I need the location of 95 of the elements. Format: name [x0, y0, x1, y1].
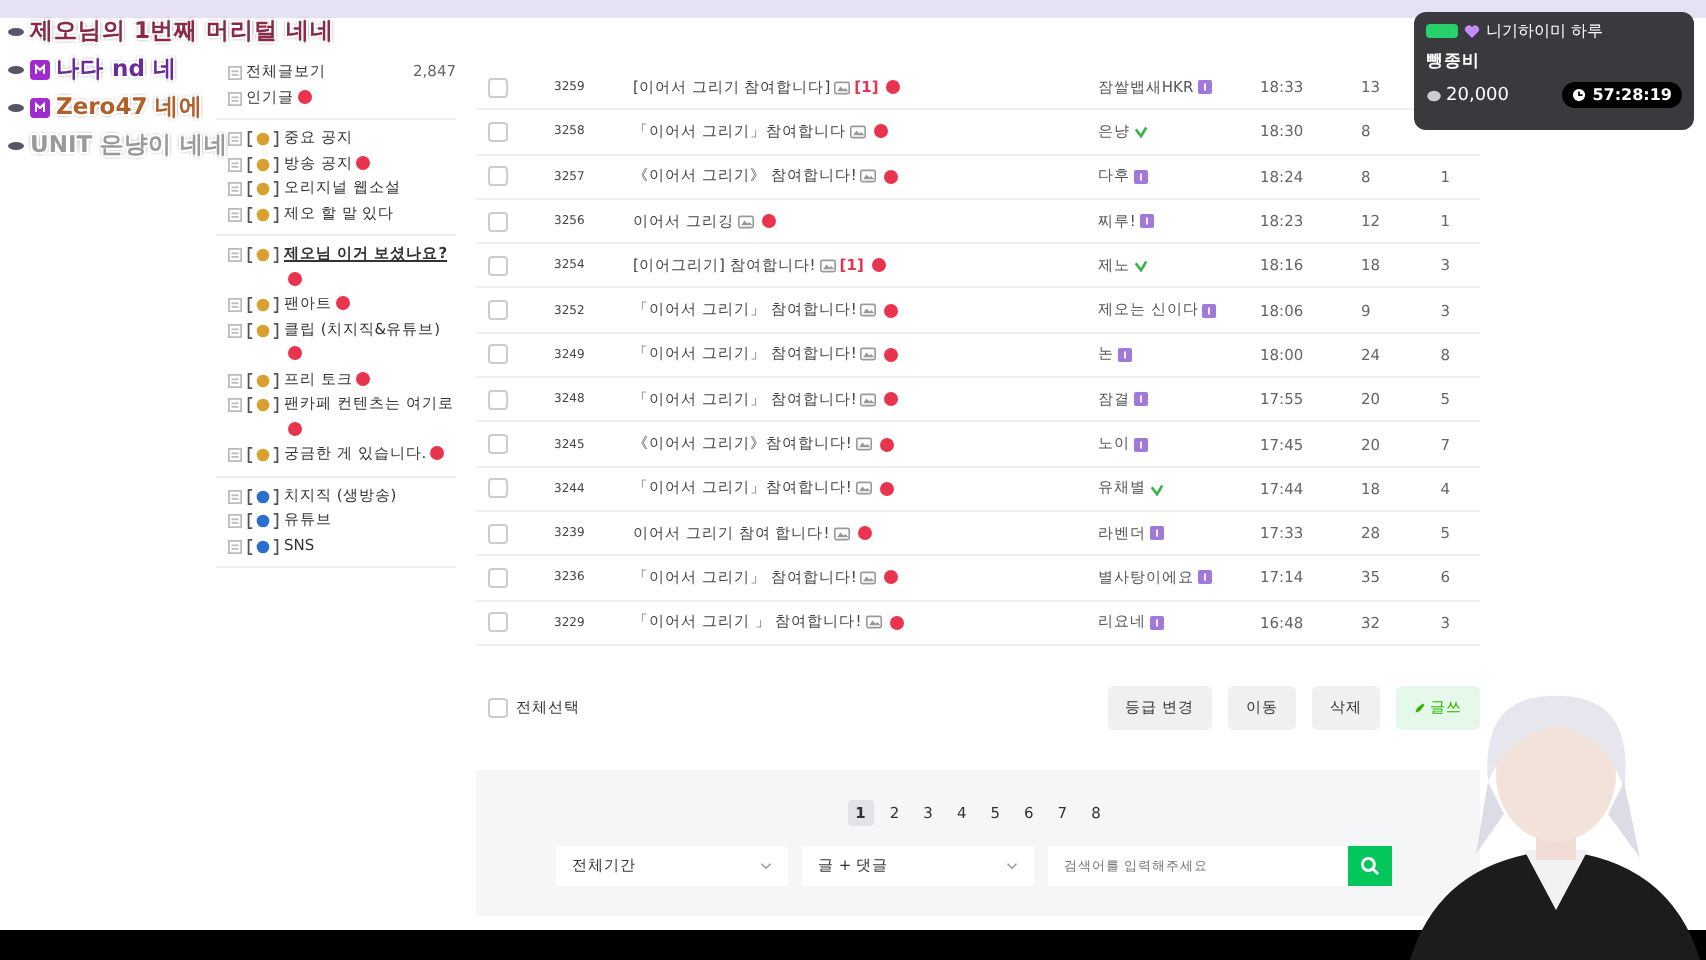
new-icon — [889, 615, 904, 630]
board-icon — [228, 182, 242, 196]
timer-pill: 57:28:19 — [1562, 82, 1682, 108]
new-icon — [884, 303, 899, 318]
board-icon — [228, 207, 242, 221]
board-icon — [228, 539, 242, 553]
chat-message: 제오님의 1번째 머리털 네네 — [30, 16, 335, 46]
new-icon — [884, 347, 899, 362]
image-icon — [737, 213, 754, 230]
board-icon — [228, 323, 242, 337]
new-icon — [886, 80, 901, 95]
new-icon — [884, 392, 899, 407]
new-icon — [884, 570, 899, 585]
new-icon — [761, 214, 776, 229]
level-badge-icon — [1197, 80, 1212, 95]
board-icon — [228, 398, 242, 412]
row-checkbox[interactable] — [488, 567, 508, 588]
bracketed-emoji-icon — [246, 371, 280, 389]
row-checkbox[interactable] — [488, 166, 508, 187]
image-icon — [860, 391, 877, 408]
search-button[interactable] — [1348, 845, 1392, 886]
bracketed-emoji-icon — [246, 537, 280, 555]
bracketed-emoji-icon — [246, 296, 280, 314]
row-checkbox[interactable] — [488, 523, 508, 544]
bracketed-emoji-icon — [246, 130, 280, 148]
level-badge-icon — [1197, 570, 1212, 585]
board-icon — [228, 298, 242, 312]
new-icon — [857, 526, 872, 541]
board-icon — [228, 489, 242, 503]
level-badge-icon — [1149, 526, 1164, 541]
image-icon — [855, 480, 872, 497]
level-badge-icon — [1117, 347, 1132, 362]
new-icon — [873, 124, 888, 139]
bracketed-emoji-icon — [246, 487, 280, 505]
pencil-icon — [1414, 701, 1426, 714]
row-checkbox[interactable] — [488, 255, 508, 276]
image-icon — [833, 525, 850, 542]
image-icon — [860, 302, 877, 319]
row-checkbox[interactable] — [488, 434, 508, 455]
level-badge-icon — [1202, 303, 1217, 318]
bracketed-emoji-icon — [246, 512, 280, 530]
bracketed-emoji-icon — [246, 205, 280, 223]
row-checkbox[interactable] — [488, 344, 508, 365]
row-checkbox[interactable] — [488, 389, 508, 410]
heart-icon — [1464, 24, 1480, 38]
coin-icon — [1426, 89, 1442, 101]
board-icon — [228, 514, 242, 528]
board-icon — [228, 448, 242, 462]
row-checkbox[interactable] — [488, 300, 508, 321]
board-icon — [228, 132, 242, 146]
level-badge-icon — [1133, 392, 1148, 407]
new-icon — [884, 169, 899, 184]
chat-message: UNIT 은냥이 네네 — [30, 130, 229, 160]
new-icon — [879, 437, 894, 452]
image-icon — [860, 569, 877, 586]
bracketed-emoji-icon — [246, 180, 280, 198]
chevron-down-icon — [760, 861, 772, 870]
row-checkbox[interactable] — [488, 612, 508, 633]
image-icon — [865, 614, 882, 631]
level-badge-icon — [1149, 615, 1164, 630]
bracketed-emoji-icon — [246, 155, 280, 173]
chat-message: 나다 nd 네 — [56, 54, 177, 84]
bracketed-emoji-icon — [246, 446, 280, 464]
board-icon — [228, 66, 242, 80]
donation-amount: 20,000 — [1446, 85, 1509, 105]
image-icon — [819, 257, 836, 274]
new-icon — [871, 258, 886, 273]
board-icon — [228, 248, 242, 262]
tag-icon — [1426, 24, 1458, 38]
donation-title: 뺑종비 — [1426, 50, 1482, 74]
row-checkbox[interactable] — [488, 121, 508, 142]
image-icon — [860, 346, 877, 363]
board-icon — [228, 157, 242, 171]
chat-message: Zero47 네에 — [56, 92, 204, 122]
board-icon — [228, 91, 242, 105]
row-checkbox[interactable] — [488, 211, 508, 232]
level-badge-icon — [1133, 169, 1148, 184]
board-icon — [228, 373, 242, 387]
image-icon — [849, 123, 866, 140]
new-icon — [879, 481, 894, 496]
image-icon — [834, 79, 851, 96]
row-checkbox[interactable] — [488, 478, 508, 499]
bracketed-emoji-icon — [246, 246, 280, 264]
donor-name: 니기하이미 하루 — [1486, 20, 1604, 42]
search-icon — [1360, 855, 1380, 876]
row-checkbox[interactable] — [488, 77, 508, 98]
bracketed-emoji-icon — [246, 321, 280, 339]
image-icon — [855, 436, 872, 453]
select-all-checkbox[interactable] — [488, 697, 508, 718]
level-badge-icon — [1133, 437, 1148, 452]
image-icon — [860, 168, 877, 185]
bracketed-emoji-icon — [246, 396, 280, 414]
clock-icon — [1572, 88, 1587, 102]
chevron-down-icon — [1006, 861, 1018, 870]
level-badge-icon — [1139, 214, 1154, 229]
